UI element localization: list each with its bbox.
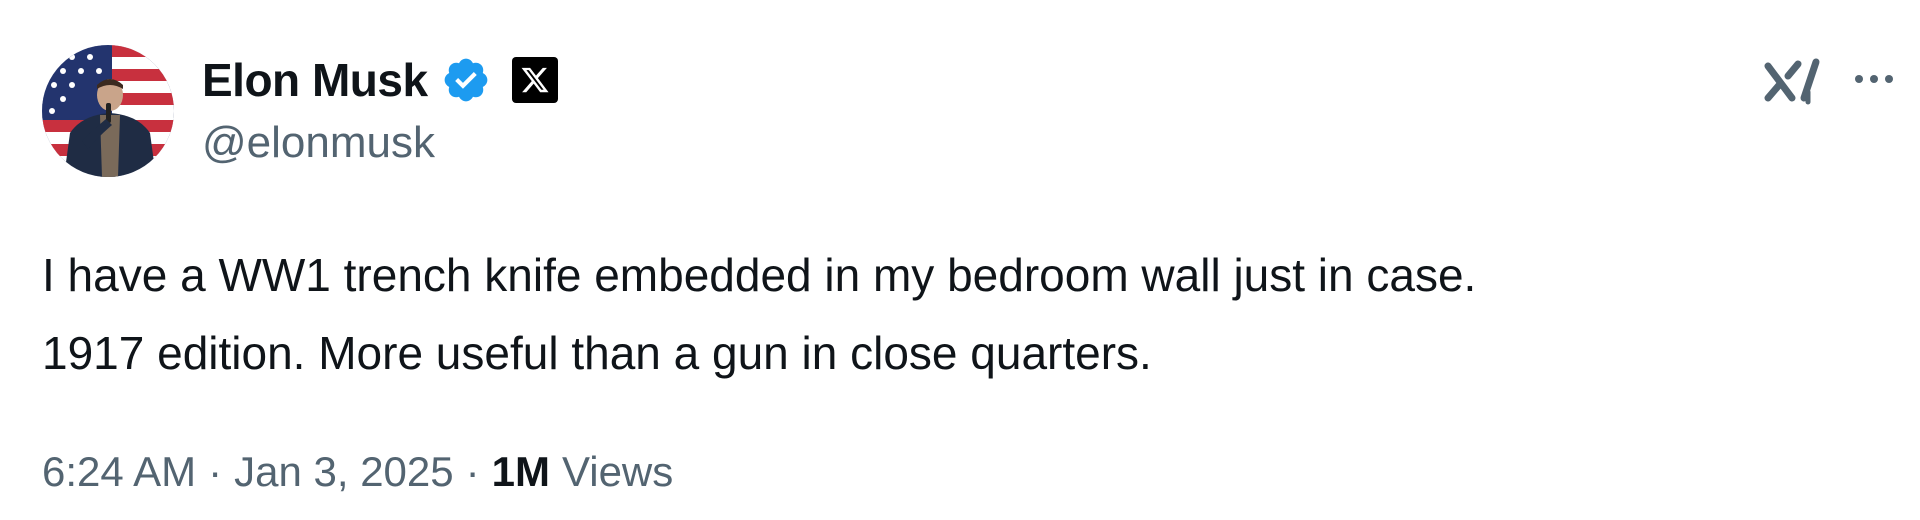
avatar[interactable]: [42, 45, 174, 177]
tweet-date[interactable]: Jan 3, 2025: [234, 448, 454, 496]
tweet-time[interactable]: 6:24 AM: [42, 448, 196, 496]
avatar-image: [42, 45, 174, 177]
meta-separator: ·: [208, 448, 223, 495]
more-dot: [1885, 75, 1893, 83]
tweet-text-line: I have a WW1 trench knife embedded in my…: [42, 249, 1477, 301]
more-options-icon[interactable]: [1846, 56, 1902, 102]
author-handle[interactable]: @elonmusk: [202, 118, 435, 168]
display-name[interactable]: Elon Musk: [202, 53, 428, 107]
verified-badge-icon[interactable]: [440, 54, 492, 106]
views-label[interactable]: Views: [562, 448, 673, 496]
tweet-text-line: 1917 edition. More useful than a gun in …: [42, 327, 1152, 379]
tweet-text: I have a WW1 trench knife embedded in my…: [42, 236, 1892, 392]
tweet-header: Elon Musk: [202, 50, 558, 110]
views-count[interactable]: 1M: [492, 448, 550, 496]
more-dot: [1870, 75, 1878, 83]
x-logo-icon[interactable]: [511, 57, 558, 103]
tweet-meta: 6:24 AM · Jan 3, 2025 · 1M Views: [42, 448, 673, 496]
more-dot: [1855, 75, 1863, 83]
grok-icon[interactable]: [1762, 52, 1824, 108]
tweet-card: Elon Musk @elonmusk I have a WW1 trench …: [0, 0, 1920, 520]
meta-separator: ·: [465, 448, 480, 495]
